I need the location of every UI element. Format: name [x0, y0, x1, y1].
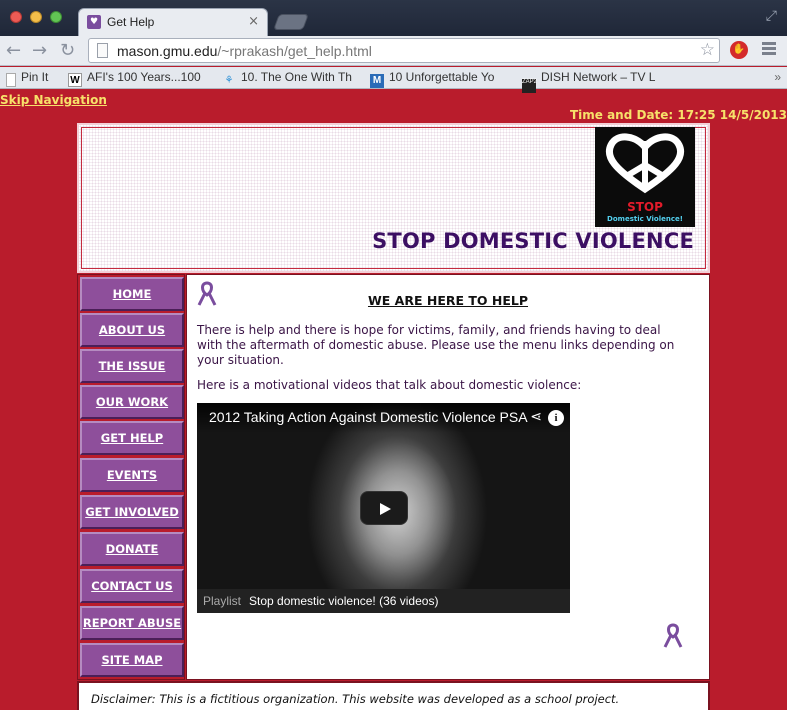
url-text: mason.gmu.edu/~rprakash/get_help.html [117, 43, 372, 59]
bookmark-afi[interactable]: W AFI's 100 Years...100 [68, 70, 218, 87]
adblock-extension-icon[interactable]: ✋ [730, 41, 748, 59]
video-intro-paragraph: Here is a motivational videos that talk … [197, 378, 582, 392]
disclaimer-box: Disclaimer: This is a fictitious organiz… [77, 681, 710, 710]
video-title[interactable]: 2012 Taking Action Against Domestic Viol… [197, 403, 570, 433]
site-banner: STOP Domestic Violence! STOP DOMESTIC VI… [77, 123, 710, 273]
play-button[interactable] [360, 491, 408, 525]
skip-navigation-link[interactable]: Skip Navigation [0, 93, 107, 107]
bookmark-friends[interactable]: ⚘ 10. The One With Th [222, 70, 362, 88]
nav-our-work[interactable]: OUR WORK [80, 385, 184, 419]
logo-stop-text: STOP [627, 200, 663, 214]
zoom-window-button[interactable] [50, 11, 62, 23]
person-icon: ⚘ [224, 75, 234, 86]
tab-title: Get Help [107, 15, 155, 29]
pin-icon [6, 73, 16, 87]
disclaimer-text: Disclaimer: This is a fictitious organiz… [91, 692, 620, 706]
minimize-window-button[interactable] [30, 11, 42, 23]
main-content: WE ARE HERE TO HELP There is help and th… [186, 274, 710, 680]
content-heading: WE ARE HERE TO HELP [367, 293, 529, 308]
m-icon: M [370, 74, 384, 88]
wikipedia-icon: W [68, 73, 82, 87]
nav-the-issue[interactable]: THE ISSUE [80, 349, 184, 383]
playlist-title: Stop domestic violence! (36 videos) [249, 594, 439, 608]
more-bookmarks-chevron[interactable]: » [774, 70, 781, 84]
bookmark-dish[interactable]: ZAP2 DISH Network – TV L [522, 70, 662, 93]
back-arrow-icon[interactable]: ← [6, 41, 21, 61]
embedded-video-player[interactable]: 2012 Taking Action Against Domestic Viol… [197, 403, 570, 613]
nav-home[interactable]: HOME [80, 277, 184, 311]
bookmark-star-icon[interactable]: ☆ [700, 40, 715, 60]
site-favicon-icon: ♥ [87, 15, 101, 29]
nav-contact-us[interactable]: CONTACT US [80, 569, 184, 603]
nav-get-help[interactable]: GET HELP [80, 421, 184, 455]
nav-report-abuse[interactable]: REPORT ABUSE [80, 606, 184, 640]
intro-paragraph: There is help and there is hope for vict… [197, 323, 675, 367]
playlist-label: Playlist [203, 594, 242, 608]
browser-toolbar: ← → ↻ mason.gmu.edu/~rprakash/get_help.h… [0, 36, 787, 66]
page-icon [97, 43, 108, 58]
bookmark-pin-it[interactable]: Pin It [6, 70, 48, 87]
close-tab-icon[interactable]: × [248, 14, 259, 29]
menu-hamburger-icon[interactable] [762, 42, 776, 56]
bookmarks-bar: Pin It W AFI's 100 Years...100 ⚘ 10. The O… [0, 67, 787, 93]
nav-site-map[interactable]: SITE MAP [80, 643, 184, 677]
bookmark-unforgettable[interactable]: M 10 Unforgettable Yo [370, 70, 515, 88]
awareness-ribbon-icon [663, 623, 683, 648]
address-bar[interactable]: mason.gmu.edu/~rprakash/get_help.html ☆ [88, 38, 720, 63]
zap2it-icon: ZAP2 [522, 79, 537, 93]
nav-donate[interactable]: DONATE [80, 532, 184, 566]
nav-about-us[interactable]: ABOUT US [80, 313, 184, 347]
browser-titlebar: ♥ Get Help × ⤢ [0, 0, 787, 36]
tab-get-help[interactable]: ♥ Get Help × [78, 8, 268, 36]
share-icon[interactable]: ⋖ [530, 409, 542, 425]
stop-logo: STOP Domestic Violence! [595, 127, 695, 227]
date-time-display: Time and Date: 17:25 14/5/2013 [569, 108, 787, 122]
forward-arrow-icon[interactable]: → [32, 41, 47, 61]
reload-icon[interactable]: ↻ [60, 41, 75, 61]
logo-sub-text: Domestic Violence! [607, 215, 683, 223]
playlist-bar[interactable]: Playlist Stop domestic violence! (36 vide… [197, 589, 570, 613]
info-icon[interactable]: i [548, 410, 564, 426]
fullscreen-icon[interactable]: ⤢ [766, 8, 777, 24]
close-window-button[interactable] [10, 11, 22, 23]
site-title: STOP DOMESTIC VIOLENCE [372, 229, 694, 253]
sidebar-nav: HOME ABOUT US THE ISSUE OUR WORK GET HEL… [77, 274, 185, 680]
new-tab-button[interactable] [273, 14, 309, 30]
nav-events[interactable]: EVENTS [80, 458, 184, 492]
nav-get-involved[interactable]: GET INVOLVED [80, 495, 184, 529]
